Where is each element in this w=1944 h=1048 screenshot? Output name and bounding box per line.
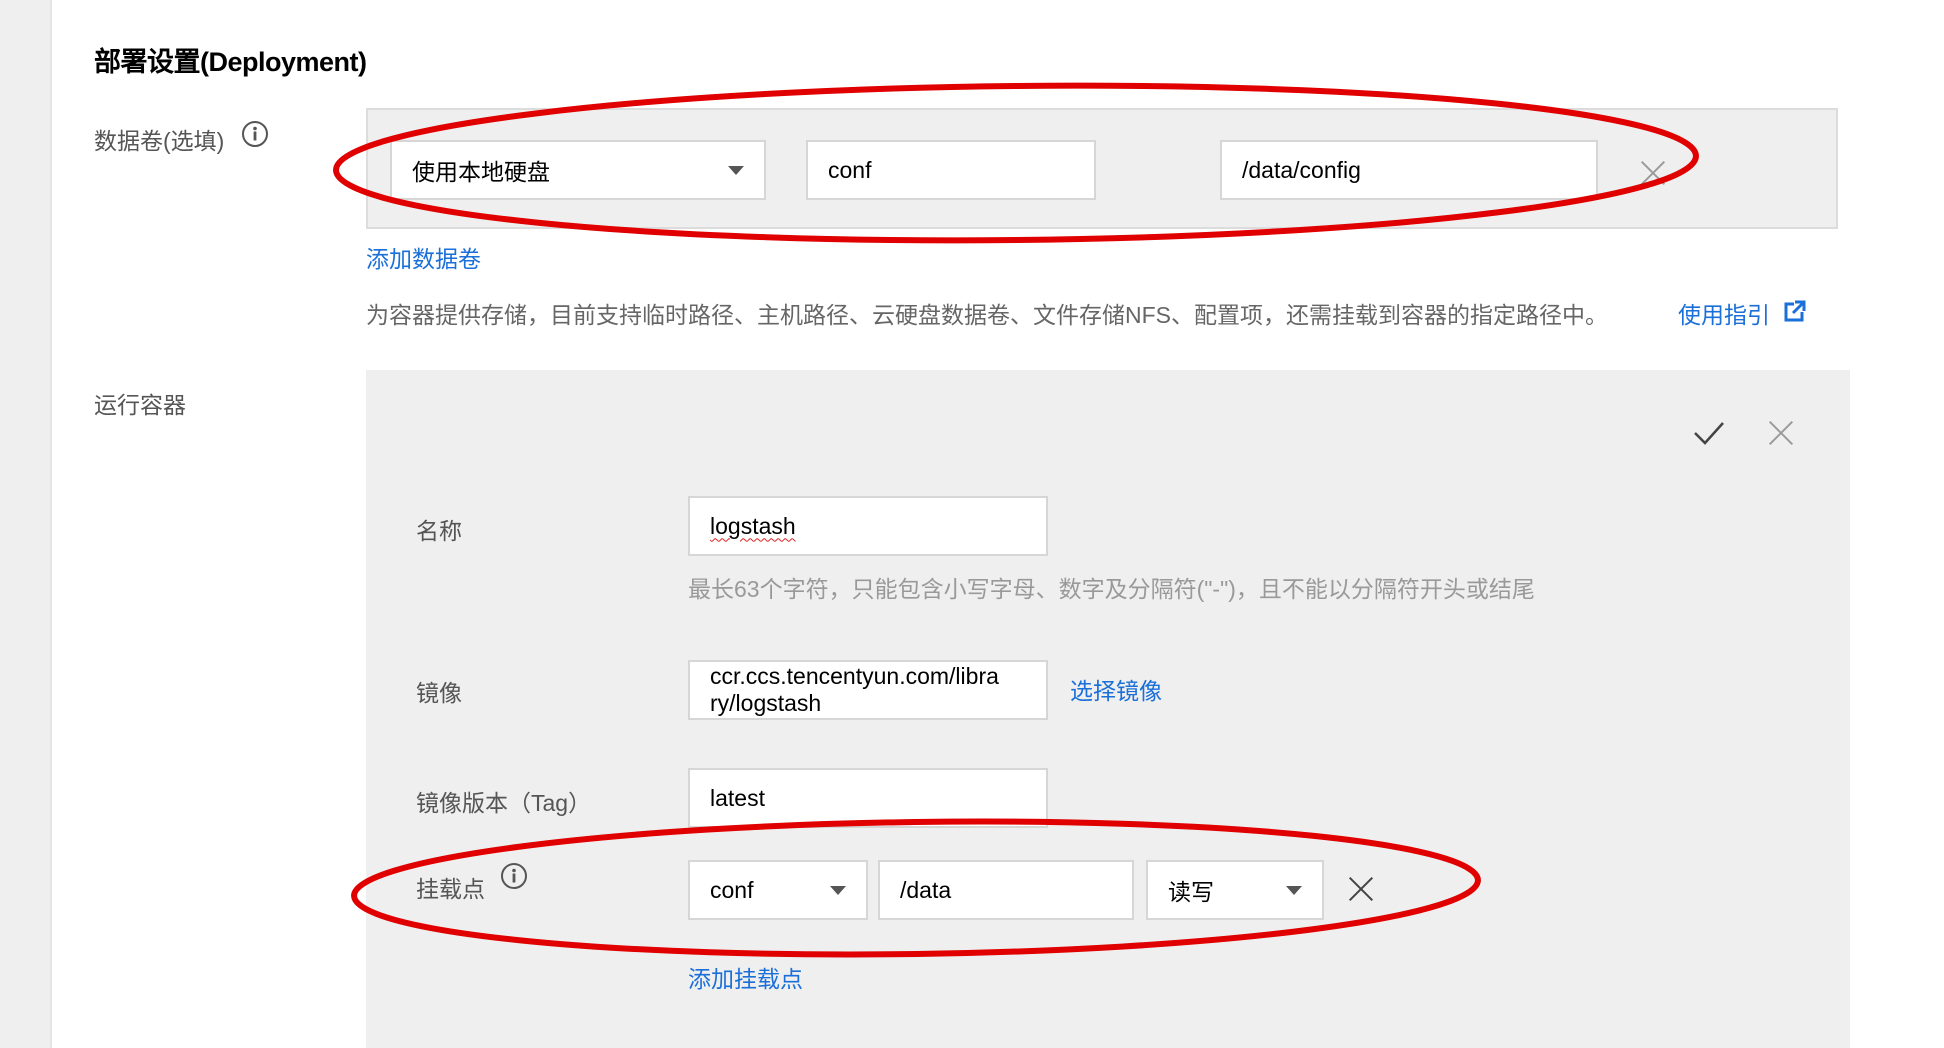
volume-type-value: 使用本地硬盘 — [412, 159, 550, 185]
external-link-icon[interactable] — [1784, 300, 1806, 322]
chevron-down-icon — [1286, 886, 1302, 895]
image-input[interactable]: ccr.ccs.tencentyun.com/libra ry/logstash — [688, 660, 1048, 720]
tag-value: latest — [710, 784, 765, 811]
mount-mode-select[interactable]: 读写 — [1146, 860, 1324, 920]
container-label: 运行容器 — [94, 392, 186, 418]
chevron-down-icon — [830, 886, 846, 895]
chevron-down-icon — [728, 166, 744, 175]
info-icon[interactable] — [500, 862, 528, 890]
mount-label: 挂载点 — [416, 876, 485, 902]
guide-link[interactable]: 使用指引 — [1678, 296, 1770, 330]
section-title: 部署设置(Deployment) — [94, 47, 367, 77]
image-label: 镜像 — [416, 680, 462, 706]
image-value-line1: ccr.ccs.tencentyun.com/libra — [710, 663, 999, 689]
container-panel — [366, 370, 1850, 1048]
mount-path-value: /data — [900, 876, 952, 903]
container-name-input[interactable]: logstash — [688, 496, 1048, 556]
mount-path-input[interactable]: /data — [878, 860, 1134, 920]
close-icon[interactable] — [1346, 874, 1376, 904]
container-name-value: logstash — [710, 512, 796, 539]
image-value-line2: ry/logstash — [710, 690, 822, 716]
tag-label: 镜像版本（Tag） — [416, 790, 592, 816]
select-image-link[interactable]: 选择镜像 — [1070, 672, 1162, 706]
mount-volume-select[interactable]: conf — [688, 860, 868, 920]
mount-mode-value: 读写 — [1168, 879, 1214, 905]
name-label: 名称 — [416, 518, 462, 544]
mount-volume-value: conf — [710, 876, 754, 903]
volume-name-value: conf — [828, 156, 872, 183]
name-hint: 最长63个字符，只能包含小写字母、数字及分隔符("-")，且不能以分隔符开头或结… — [688, 576, 1535, 602]
add-mount-link[interactable]: 添加挂载点 — [688, 960, 803, 994]
close-icon[interactable] — [1638, 158, 1668, 188]
volume-path-input[interactable]: /data/config — [1220, 140, 1598, 200]
volume-type-select[interactable]: 使用本地硬盘 — [390, 140, 766, 200]
volumes-hint: 为容器提供存储，目前支持临时路径、主机路径、云硬盘数据卷、文件存储NFS、配置项… — [366, 302, 1608, 328]
volumes-label: 数据卷(选填) — [94, 128, 225, 154]
tag-input[interactable]: latest — [688, 768, 1048, 828]
check-icon[interactable] — [1692, 418, 1726, 448]
add-volume-link[interactable]: 添加数据卷 — [366, 240, 481, 274]
volume-path-value: /data/config — [1242, 156, 1361, 183]
close-icon[interactable] — [1766, 418, 1796, 448]
info-icon[interactable] — [241, 120, 269, 148]
volume-name-input[interactable]: conf — [806, 140, 1096, 200]
left-sidebar-strip — [0, 0, 52, 1048]
